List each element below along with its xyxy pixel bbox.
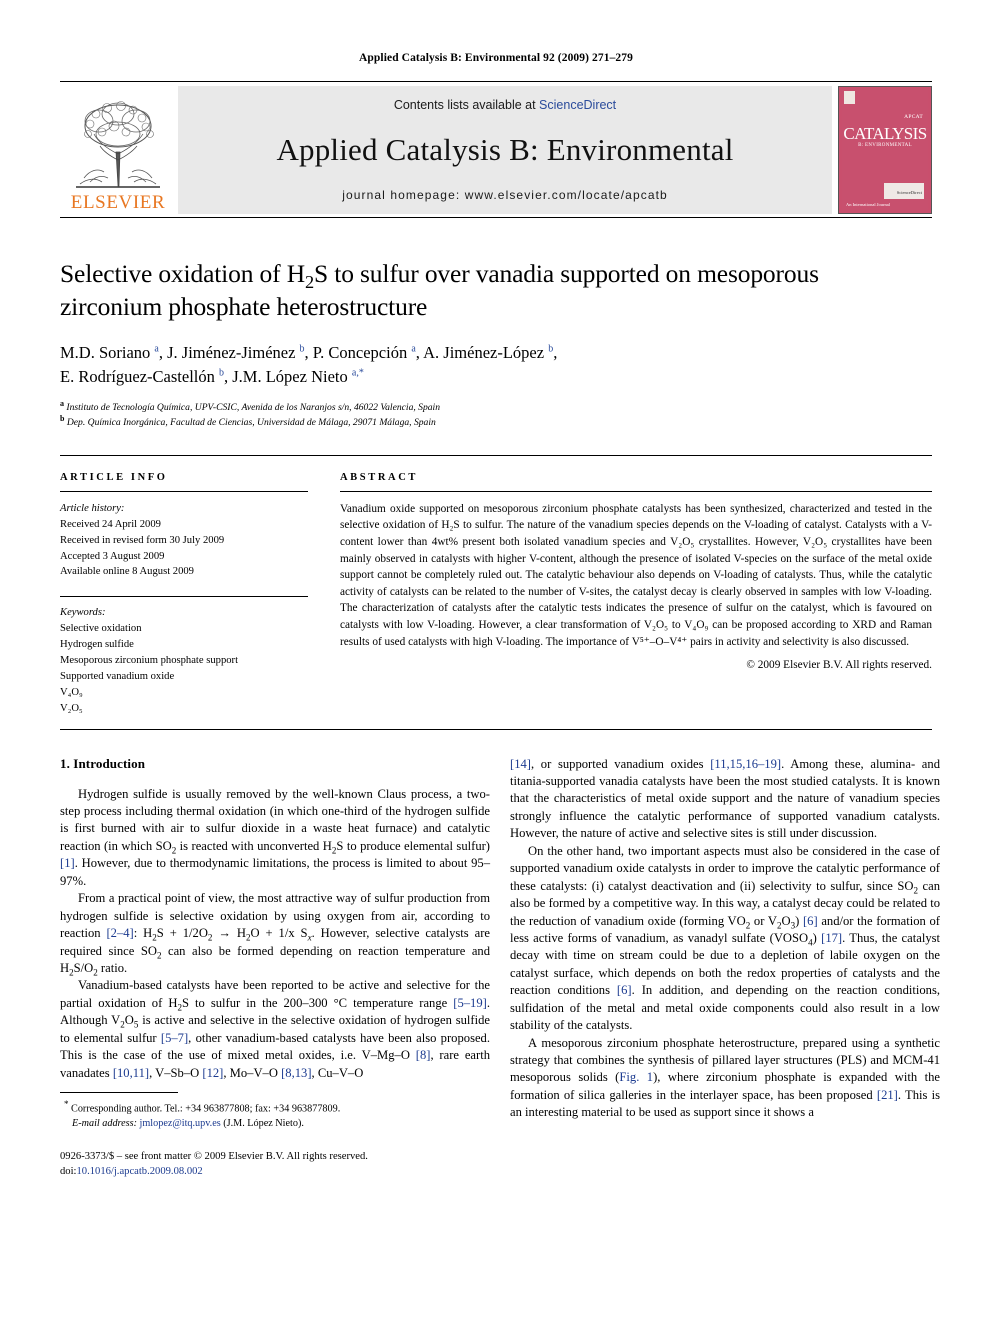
footer-legal: 0926-3373/$ – see front matter © 2009 El…: [60, 1149, 490, 1181]
abstract-heading: ABSTRACT: [340, 471, 418, 483]
abstract-copyright: © 2009 Elsevier B.V. All rights reserved…: [746, 659, 932, 672]
abstract-text: Vanadium oxide supported on mesoporous z…: [340, 502, 932, 648]
page-title: Selective oxidation of H2S to sulfur ove…: [60, 258, 932, 323]
author-list: M.D. Soriano a, J. Jiménez-Jiménez b, P.…: [60, 341, 932, 388]
keywords-block: Keywords: Selective oxidation Hydrogen s…: [60, 605, 308, 716]
citation-link[interactable]: [21]: [877, 1088, 898, 1102]
citation-link[interactable]: [6]: [803, 914, 818, 928]
paper-page: Applied Catalysis B: Environmental 92 (2…: [0, 0, 992, 1323]
author-line-1: M.D. Soriano a, J. Jiménez-Jiménez b, P.…: [60, 343, 558, 363]
paragraph: A mesoporous zirconium phosphate heteros…: [510, 1035, 941, 1120]
figure-link[interactable]: Fig. 1: [619, 1070, 653, 1084]
cover-subtitle: B: ENVIRONMENTAL: [858, 143, 912, 148]
citation-link[interactable]: [14]: [510, 757, 531, 771]
keyword-item: V₄O₉: [60, 686, 83, 698]
citation-link[interactable]: [10,11]: [113, 1066, 149, 1080]
abstract-rule: [340, 490, 932, 492]
article-info-column: ARTICLE INFO Article history: Received 2…: [60, 472, 308, 717]
citation-link[interactable]: [5–7]: [161, 1031, 188, 1045]
author-line-2: E. Rodríguez-Castellón b, J.M. López Nie…: [60, 366, 364, 386]
citation-link[interactable]: [12]: [202, 1066, 223, 1080]
article-info-rule: [60, 490, 308, 492]
body-column-left: 1. Introduction Hydrogen sulfide is usua…: [60, 756, 490, 1226]
cover-title: CATALYSIS: [843, 124, 927, 143]
info-top-rule: [60, 454, 932, 456]
masthead-bottom-rule: [60, 217, 932, 218]
article-history: Article history: Received 24 April 2009 …: [60, 501, 308, 580]
keywords-label: Keywords:: [60, 607, 106, 619]
doi-line: doi:10.1016/j.apcatb.2009.08.002: [60, 1164, 490, 1180]
info-abstract-block: ARTICLE INFO Article history: Received 2…: [60, 472, 932, 717]
doi-link[interactable]: 10.1016/j.apcatb.2009.08.002: [76, 1166, 202, 1177]
elsevier-wordmark: ELSEVIER: [70, 192, 166, 213]
elsevier-logo: ELSEVIER: [60, 86, 176, 214]
history-item: Available online 8 August 2009: [60, 566, 194, 578]
paragraph: Hydrogen sulfide is usually removed by t…: [60, 786, 491, 888]
keyword-item: Hydrogen sulfide: [60, 639, 134, 651]
citation-link[interactable]: [5–19]: [453, 996, 487, 1010]
footnote-rule: [60, 1092, 178, 1093]
article-info-heading: ARTICLE INFO: [60, 471, 168, 483]
footnote-email: E-mail address: jmlopez@itq.upv.es (J.M.…: [60, 1116, 490, 1131]
journal-title: Applied Catalysis B: Environmental: [276, 132, 734, 167]
doi-label: doi:: [60, 1166, 77, 1178]
journal-masthead: ELSEVIER Contents lists available at Sci…: [60, 86, 932, 214]
section-heading-introduction: 1. Introduction: [60, 755, 146, 771]
keyword-item: Supported vanadium oxide: [60, 670, 175, 682]
elsevier-tree-icon: [76, 101, 160, 188]
keyword-item: V₂O₅: [60, 702, 83, 714]
contents-available-line: Contents lists available at ScienceDirec…: [394, 98, 616, 112]
citation-link[interactable]: [6]: [617, 983, 632, 997]
body-column-right: [14], or supported vanadium oxides [11,1…: [510, 756, 940, 1226]
abstract-column: ABSTRACT Vanadium oxide supported on mes…: [340, 472, 932, 717]
citation-link[interactable]: [1]: [60, 856, 75, 870]
citation-link[interactable]: [17]: [821, 931, 842, 945]
cover-label-top: APCAT: [904, 114, 923, 120]
issn-line: 0926-3373/$ – see front matter © 2009 El…: [60, 1150, 368, 1162]
email-label: E-mail address:: [72, 1118, 137, 1130]
footnote-marker: *: [64, 1099, 69, 1109]
email-link[interactable]: jmlopez@itq.upv.es: [140, 1118, 221, 1129]
abstract-bottom-rule: [60, 728, 932, 730]
body-columns: 1. Introduction Hydrogen sulfide is usua…: [60, 756, 940, 1226]
article-history-label: Article history:: [60, 502, 125, 514]
footnote-corresponding-author: * Corresponding author. Tel.: +34 963877…: [60, 1098, 490, 1116]
affiliation-a: a Instituto de Tecnología Química, UPV-C…: [60, 398, 932, 415]
affiliation-b-text: Dep. Química Inorgánica, Facultad de Cie…: [66, 417, 436, 429]
history-item: Accepted 3 August 2009: [60, 550, 165, 562]
paragraph: From a practical point of view, the most…: [60, 891, 490, 978]
citation-link[interactable]: [2–4]: [106, 926, 133, 940]
affiliation-marker-a: a: [60, 398, 64, 408]
affiliation-a-text: Instituto de Tecnología Química, UPV-CSI…: [66, 402, 441, 414]
journal-cover-thumbnail[interactable]: APCAT CATALYSIS B: ENVIRONMENTAL Science…: [838, 86, 932, 214]
affiliation-b: b Dep. Química Inorgánica, Facultad de C…: [60, 414, 932, 430]
header-rule: [60, 81, 932, 82]
running-head: Applied Catalysis B: Environmental 92 (2…: [359, 52, 633, 64]
email-owner: (J.M. López Nieto).: [223, 1118, 304, 1130]
keyword-item: Selective oxidation: [60, 623, 142, 635]
paragraph: On the other hand, two important aspects…: [510, 843, 941, 1033]
paragraph: [14], or supported vanadium oxides [11,1…: [510, 756, 940, 841]
sciencedirect-link[interactable]: ScienceDirect: [539, 98, 616, 112]
journal-homepage-line[interactable]: journal homepage: www.elsevier.com/locat…: [342, 188, 668, 202]
paragraph: Vanadium-based catalysts have been repor…: [60, 978, 491, 1080]
history-item: Received in revised form 30 July 2009: [60, 534, 225, 546]
footnote-corresponding-text: Corresponding author. Tel.: +34 96387780…: [71, 1103, 341, 1115]
history-item: Received 24 April 2009: [60, 518, 161, 530]
affiliation-marker-b: b: [60, 414, 65, 424]
masthead-center: Contents lists available at ScienceDirec…: [178, 86, 832, 214]
contents-prefix-text: Contents lists available at: [393, 98, 540, 112]
title-line-1: Selective oxidation of H2S to sulfur ove…: [60, 259, 819, 293]
cover-badge-caption: ScienceDirect: [896, 190, 922, 195]
keywords-rule: [60, 596, 308, 598]
keyword-item: Mesoporous zirconium phosphate support: [60, 655, 239, 666]
cover-bottom-caption: An International Journal: [846, 202, 890, 207]
cover-corner-mark: [844, 91, 855, 104]
citation-link[interactable]: [11,15,16–19]: [710, 757, 781, 771]
citation-link[interactable]: [8,13]: [281, 1066, 311, 1080]
title-line-2: zirconium phosphate heterostructure: [60, 291, 428, 321]
citation-link[interactable]: [8]: [416, 1048, 431, 1062]
